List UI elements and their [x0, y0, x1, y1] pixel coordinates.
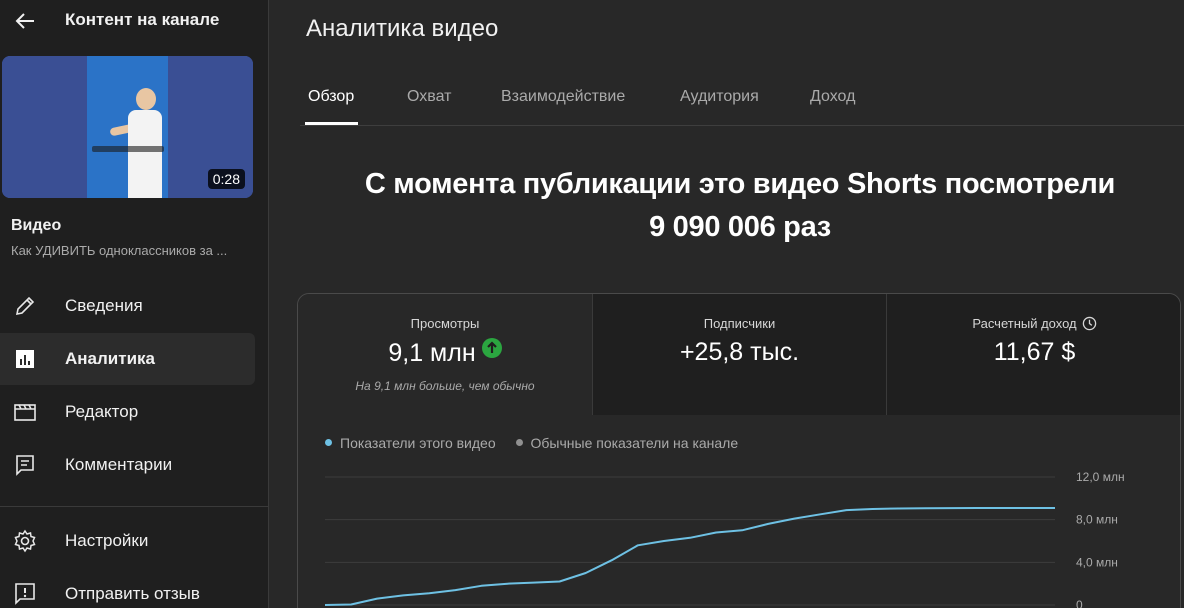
tab-reach[interactable]: Охват [407, 88, 451, 106]
main-content: Аналитика видео Обзор Охват Взаимодейств… [270, 0, 1184, 608]
views-chart[interactable]: 12,0 млн 8,0 млн 4,0 млн 0 [298, 459, 1181, 608]
legend-label: Обычные показатели на канале [530, 435, 739, 451]
tab-overview[interactable]: Обзор [308, 88, 354, 106]
clock-icon[interactable] [1082, 316, 1097, 331]
feedback-icon [15, 583, 35, 605]
sidebar-divider [0, 506, 269, 507]
tabs-divider [300, 125, 1184, 126]
metric-value-text: 9,1 млн [388, 339, 476, 367]
legend-label: Показатели этого видео [340, 435, 496, 451]
metric-label: Просмотры [410, 316, 480, 331]
video-duration: 0:28 [207, 169, 245, 189]
sidebar-item-label: Аналитика [65, 349, 155, 368]
arrow-up-icon [481, 338, 502, 358]
sidebar-item-details[interactable]: Сведения [0, 280, 255, 332]
y-tick-label: 8,0 млн [1076, 513, 1118, 527]
metric-revenue[interactable]: Расчетный доход 11,67 $ [886, 294, 1180, 415]
sidebar-item-label: Настройки [65, 531, 149, 550]
sidebar-item-editor[interactable]: Редактор [0, 386, 255, 438]
video-name: Как УДИВИТЬ одноклассников за ... [11, 243, 228, 258]
series-line-this-video[interactable] [324, 507, 1055, 606]
metric-value: +25,8 тыс. [679, 338, 800, 366]
metric-label: Подписчики [703, 316, 776, 331]
sidebar-item-comments[interactable]: Комментарии [0, 439, 255, 491]
legend-item-this-video[interactable]: Показатели этого видео [325, 435, 496, 451]
sidebar-item-label: Отправить отзыв [65, 584, 200, 603]
analytics-icon [16, 350, 34, 368]
sidebar-item-settings[interactable]: Настройки [0, 515, 255, 567]
clapperboard-icon [14, 404, 36, 421]
metric-label: Расчетный доход [887, 316, 1180, 331]
sidebar-header: Контент на канале [0, 0, 269, 42]
y-tick-label: 12,0 млн [1076, 470, 1125, 484]
sidebar-item-feedback[interactable]: Отправить отзыв [0, 568, 255, 608]
metric-value: 9,1 млн [298, 338, 592, 368]
video-label: Видео [11, 217, 62, 234]
legend-dot-icon [515, 439, 523, 446]
metric-subscribers[interactable]: Подписчики +25,8 тыс. [592, 294, 886, 415]
sidebar-item-analytics[interactable]: Аналитика [0, 333, 255, 385]
metric-label-text: Расчетный доход [972, 316, 1077, 331]
gear-icon [14, 529, 36, 553]
sidebar-item-label: Сведения [65, 296, 143, 315]
metric-views[interactable]: Просмотры 9,1 млн На 9,1 млн больше, чем… [298, 294, 592, 415]
tab-revenue[interactable]: Доход [810, 88, 855, 106]
views-headline: С момента публикации это видео Shorts по… [270, 163, 1184, 249]
legend-item-typical[interactable]: Обычные показатели на канале [515, 435, 739, 451]
legend-dot-icon [325, 439, 332, 446]
sidebar-item-label: Комментарии [65, 455, 173, 474]
y-tick-label: 4,0 млн [1076, 555, 1118, 569]
metric-note: На 9,1 млн больше, чем обычно [355, 379, 535, 393]
thumbnail-caption [92, 146, 164, 152]
video-thumbnail[interactable]: 0:28 [2, 56, 253, 198]
sidebar-title: Контент на канале [65, 10, 220, 29]
headline-line-2: 9 090 006 раз [649, 211, 831, 243]
metrics-card: Просмотры 9,1 млн На 9,1 млн больше, чем… [297, 293, 1181, 608]
comment-icon [16, 455, 34, 476]
pencil-icon [15, 296, 35, 316]
tab-audience[interactable]: Аудитория [680, 88, 759, 106]
page-title: Аналитика видео [306, 15, 499, 42]
y-tick-label: 0 [1076, 598, 1083, 608]
chart-legend: Показатели этого видео Обычные показател… [325, 435, 754, 451]
sidebar-item-label: Редактор [65, 402, 139, 421]
sidebar: Контент на канале 0:28 Видео Как УДИВИТЬ… [0, 0, 269, 608]
tab-engagement[interactable]: Взаимодействие [501, 88, 625, 106]
metric-value: 11,67 $ [993, 338, 1076, 366]
headline-line-1: С момента публикации это видео Shorts по… [364, 168, 1116, 200]
thumbnail-person-body [128, 110, 162, 198]
thumbnail-person-head [136, 88, 156, 110]
back-arrow-icon[interactable] [12, 8, 38, 34]
thumbnail-bg-left [2, 56, 87, 198]
app-window: Контент на канале 0:28 Видео Как УДИВИТЬ… [0, 0, 1184, 608]
